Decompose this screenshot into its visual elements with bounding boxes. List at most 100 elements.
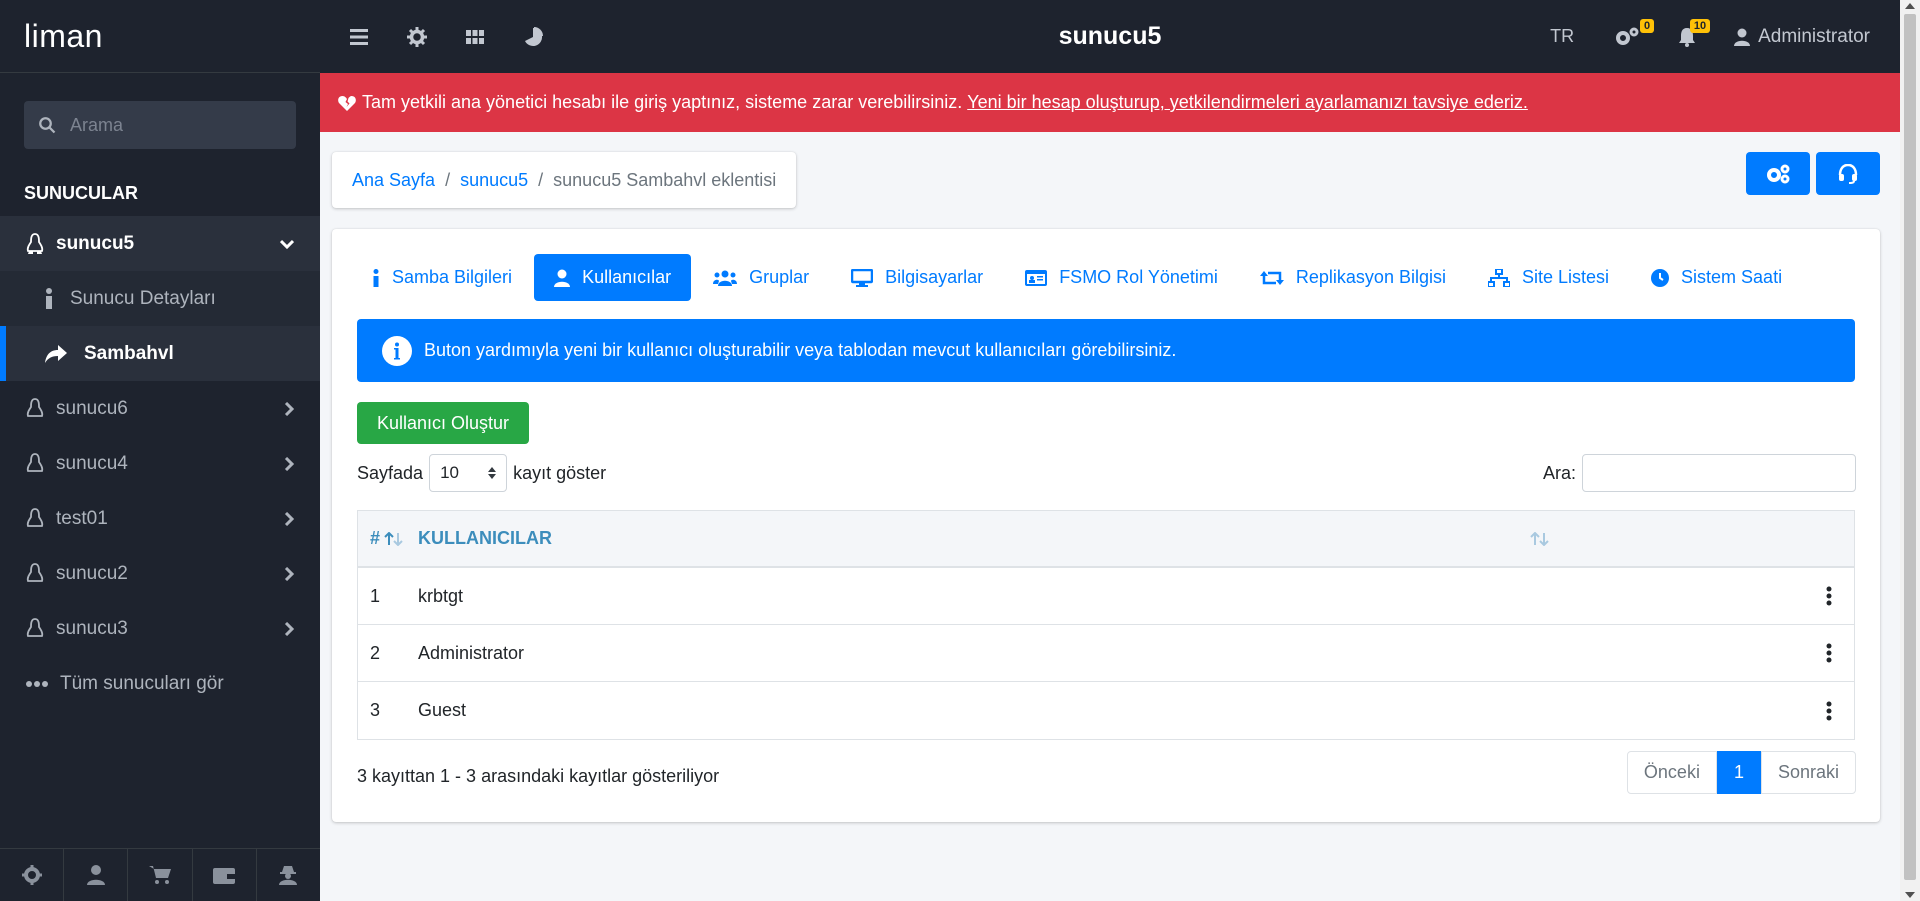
chevron-down-icon (280, 239, 294, 249)
tasks-badge: 0 (1639, 18, 1655, 33)
tab-computers[interactable]: Bilgisayarlar (831, 254, 1003, 301)
table-info: 3 kayıttan 1 - 3 arasındaki kayıtlar gös… (357, 766, 720, 786)
share-icon (45, 344, 67, 363)
chevron-right-icon (284, 621, 294, 636)
user-menu[interactable]: Administrator (1734, 26, 1870, 48)
linux-icon (26, 617, 44, 637)
page-length-control: Sayfada 10 kayıt göster (357, 454, 606, 492)
table-row[interactable]: 2 Administrator (358, 625, 1854, 682)
tasks-button[interactable]: 0 (1614, 18, 1655, 47)
section-header: SUNUCULAR (24, 183, 138, 203)
sidebar-item-server-details[interactable]: Sunucu Detayları (0, 271, 320, 326)
scroll-thumb[interactable] (1904, 14, 1916, 880)
linux-icon (26, 452, 44, 472)
pagination-previous[interactable]: Önceki (1626, 751, 1717, 794)
user-name: Administrator (1758, 25, 1870, 47)
sidebar-item-sunucu5[interactable]: sunucu5 (0, 216, 320, 271)
tab-samba-info[interactable]: Samba Bilgileri (352, 254, 532, 301)
sidebar-item-label: sunucu4 (56, 452, 128, 474)
sitemap-icon (1487, 268, 1510, 287)
page-length-select[interactable]: 10 (429, 454, 508, 492)
linux-icon (26, 562, 44, 582)
info-icon (46, 287, 52, 309)
clock-icon (1651, 268, 1670, 287)
page-length-value: 10 (440, 463, 459, 482)
desktop-icon (851, 268, 874, 287)
sidebar-item-sunucu3[interactable]: sunucu3 (0, 601, 320, 656)
sort-updown-icon (488, 467, 497, 479)
support-button[interactable] (1816, 152, 1880, 195)
column-header-number[interactable]: # (358, 528, 418, 549)
table-search-input[interactable] (1582, 454, 1856, 492)
row-username: Administrator (418, 642, 525, 663)
tab-system-time[interactable]: Sistem Saati (1631, 254, 1802, 301)
sidebar-item-label: Sunucu Detayları (70, 287, 216, 309)
row-actions-button[interactable] (1804, 701, 1854, 721)
gear-icon (21, 865, 42, 885)
create-account-link[interactable]: Yeni bir hesap oluşturup, yetkilendirmel… (967, 92, 1528, 113)
server-settings-button[interactable] (388, 0, 446, 73)
user-icon (554, 269, 571, 287)
chevron-right-icon (284, 511, 294, 526)
notifications-button[interactable]: 10 (1678, 18, 1711, 47)
cogs-icon (1616, 27, 1639, 45)
sidebar-item-label: sunucu2 (56, 562, 128, 584)
sidebar-item-sunucu6[interactable]: sunucu6 (0, 381, 320, 436)
row-actions-button[interactable] (1804, 586, 1854, 606)
language-switch[interactable]: TR (1550, 26, 1574, 47)
table-row[interactable]: 1 krbtgt (358, 568, 1854, 625)
pagination-page-1[interactable]: 1 (1716, 751, 1761, 794)
sort-icon (384, 531, 403, 546)
breadcrumb-separator: / (538, 169, 544, 190)
scroll-up-arrow[interactable] (1905, 3, 1915, 9)
extension-settings-button[interactable] (1746, 152, 1810, 195)
extension-actions (1746, 152, 1880, 195)
tab-groups[interactable]: Gruplar (693, 254, 829, 301)
cogs-icon (1767, 164, 1790, 183)
row-actions-button[interactable] (1804, 643, 1854, 663)
profile-button[interactable] (64, 849, 129, 901)
sidebar-item-sunucu4[interactable]: sunucu4 (0, 436, 320, 491)
sidebar: liman SUNUCULAR sunucu5 Sunucu Detayları… (0, 0, 320, 901)
scroll-down-arrow[interactable] (1905, 892, 1915, 898)
menu-toggle-button[interactable] (330, 0, 388, 73)
tab-label: Gruplar (749, 267, 810, 287)
breadcrumb-separator: / (445, 169, 451, 190)
sidebar-item-sunucu2[interactable]: sunucu2 (0, 546, 320, 601)
sidebar-item-see-all[interactable]: Tüm sunucuları gör (0, 656, 320, 711)
pagination-next[interactable]: Sonraki (1760, 751, 1856, 794)
settings-button[interactable] (0, 849, 65, 901)
pagination: Önceki 1 Sonraki (1626, 751, 1856, 794)
sidebar-item-sambahvl[interactable]: Sambahvl (0, 326, 320, 381)
wallet-icon (213, 868, 236, 884)
apps-button[interactable] (446, 0, 504, 73)
stats-button[interactable] (504, 0, 562, 73)
market-button[interactable] (128, 849, 193, 901)
brand-logo[interactable]: liman (0, 0, 320, 73)
create-user-button[interactable]: Kullanıcı Oluştur (357, 402, 530, 444)
breadcrumb-server[interactable]: sunucu5 (460, 170, 528, 191)
linux-icon (26, 232, 44, 254)
tab-fsmo[interactable]: FSMO Rol Yönetimi (1005, 254, 1238, 301)
top-navbar: sunucu5 TR 0 10 Administrator (320, 0, 1900, 73)
ellipsis-icon (26, 680, 48, 687)
sidebar-item-test01[interactable]: test01 (0, 491, 320, 546)
admin-button[interactable] (257, 849, 320, 901)
search-icon (39, 117, 56, 134)
tab-site-list[interactable]: Site Listesi (1468, 254, 1629, 301)
page-scrollbar[interactable] (1900, 0, 1920, 901)
column-header-users[interactable]: KULLANICILAR (418, 528, 1804, 549)
tab-users[interactable]: Kullanıcılar (534, 254, 692, 301)
info-alert: Buton yardımıyla yeni bir kullanıcı oluş… (357, 319, 1855, 382)
breadcrumb-home[interactable]: Ana Sayfa (352, 170, 435, 191)
linux-icon (26, 507, 44, 527)
user-secret-icon (279, 866, 298, 885)
tab-label: Bilgisayarlar (885, 267, 984, 287)
wallet-button[interactable] (193, 849, 257, 901)
row-username: Guest (418, 700, 467, 720)
tab-replication[interactable]: Replikasyon Bilgisi (1240, 254, 1466, 301)
table-row[interactable]: 3 Guest (358, 682, 1854, 739)
table-filter: Ara: (1543, 454, 1856, 492)
notifications-badge: 10 (1689, 18, 1711, 33)
sidebar-search-input[interactable] (70, 114, 290, 136)
